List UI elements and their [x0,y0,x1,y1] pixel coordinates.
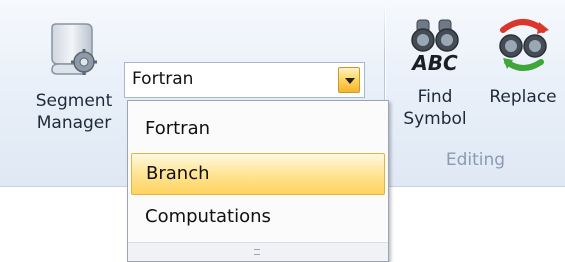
segment-manager-button[interactable]: Segment Manager [26,18,122,134]
find-symbol-label-line2: Symbol [403,109,467,129]
combo-selected-value: Fortran [132,69,194,89]
segment-manager-label-line1: Segment [35,91,113,111]
binoculars-abc-text: ABC [410,51,458,74]
dropdown-item-branch[interactable]: Branch [131,153,385,195]
dropdown-item-computations[interactable]: Computations [131,197,385,239]
combo-dropdown-button[interactable] [338,67,360,93]
language-dropdown-list: Fortran Branch Computations [127,100,389,262]
binoculars-abc-icon: ABC [410,19,459,74]
chevron-down-icon [345,78,355,84]
segment-manager-label-line2: Manager [36,113,112,133]
binoculars-replace-icon [499,19,549,71]
find-symbol-button[interactable]: ABC Find Symbol [393,14,477,130]
scroll-gear-icon [51,23,97,75]
grip-icon [254,249,260,255]
find-symbol-label-line1: Find [417,87,453,107]
dropdown-item-fortran[interactable]: Fortran [131,109,385,151]
language-combo-box[interactable]: Fortran [124,62,365,98]
replace-label: Replace [489,87,557,107]
editing-group-label: Editing [445,150,506,170]
dropdown-resize-grip[interactable] [128,242,388,261]
replace-button[interactable]: Replace [482,14,564,108]
